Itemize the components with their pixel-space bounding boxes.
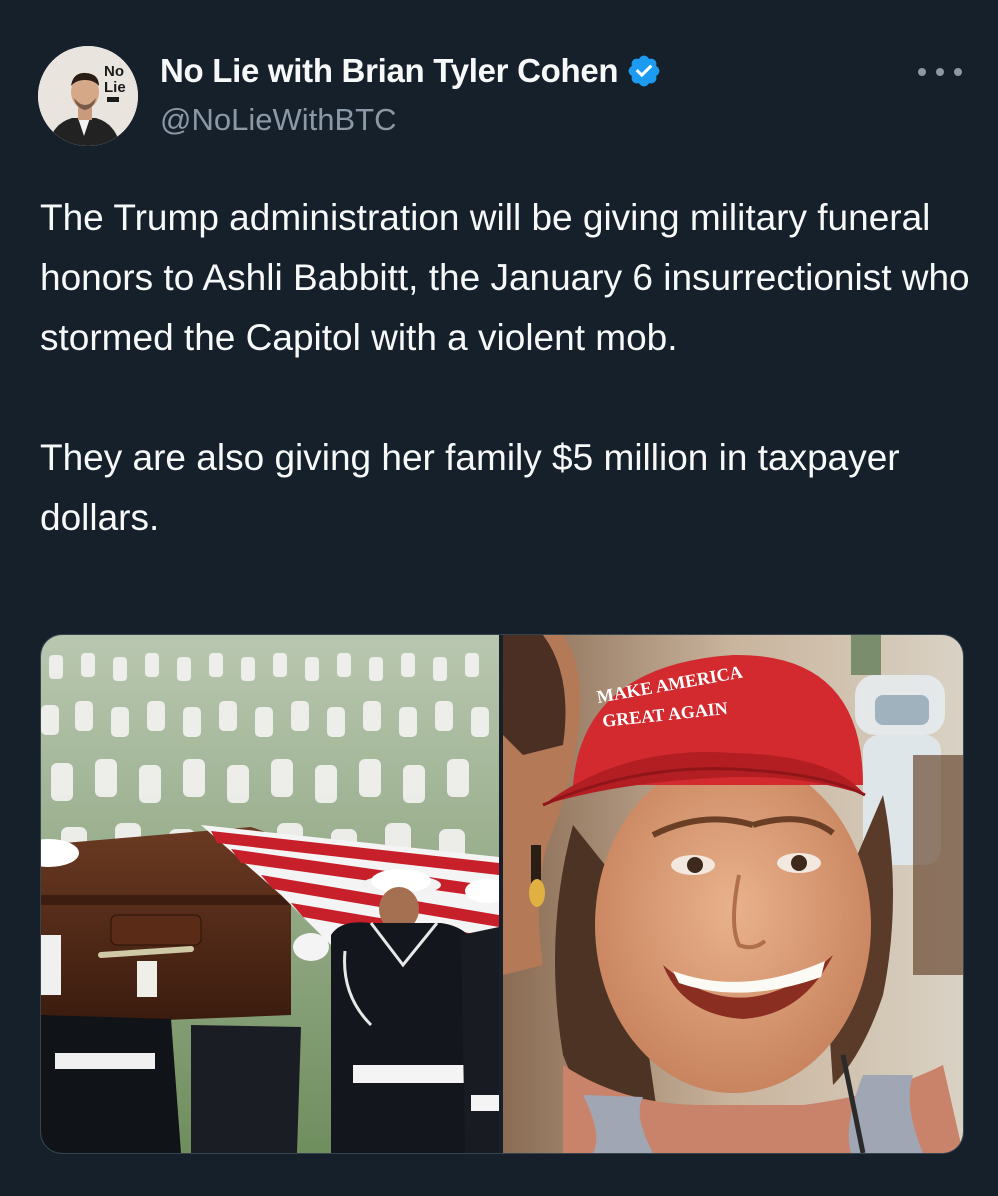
avatar-logo-text: No (104, 63, 124, 80)
svg-text:Lie: Lie (104, 79, 126, 96)
portrait-photo[interactable]: MAKE AMERICA GREAT AGAIN (503, 635, 963, 1153)
author-handle[interactable]: @NoLieWithBTC (160, 102, 396, 138)
author-name-row[interactable]: No Lie with Brian Tyler Cohen (160, 52, 662, 90)
tweet-media[interactable]: MAKE AMERICA GREAT AGAIN (40, 634, 964, 1154)
tweet-paragraph: They are also giving her family $5 milli… (40, 437, 900, 538)
tweet-card[interactable]: No Lie No Lie with Brian Tyler Cohen @No… (0, 0, 998, 1196)
tweet-text: The Trump administration will be giving … (40, 188, 970, 548)
author-display-name[interactable]: No Lie with Brian Tyler Cohen (160, 52, 619, 90)
more-horizontal-icon[interactable] (918, 58, 962, 86)
funeral-photo[interactable] (41, 635, 499, 1153)
author-avatar[interactable]: No Lie (38, 46, 138, 146)
tweet-paragraph: The Trump administration will be giving … (40, 197, 970, 358)
verified-badge-icon (626, 53, 662, 89)
